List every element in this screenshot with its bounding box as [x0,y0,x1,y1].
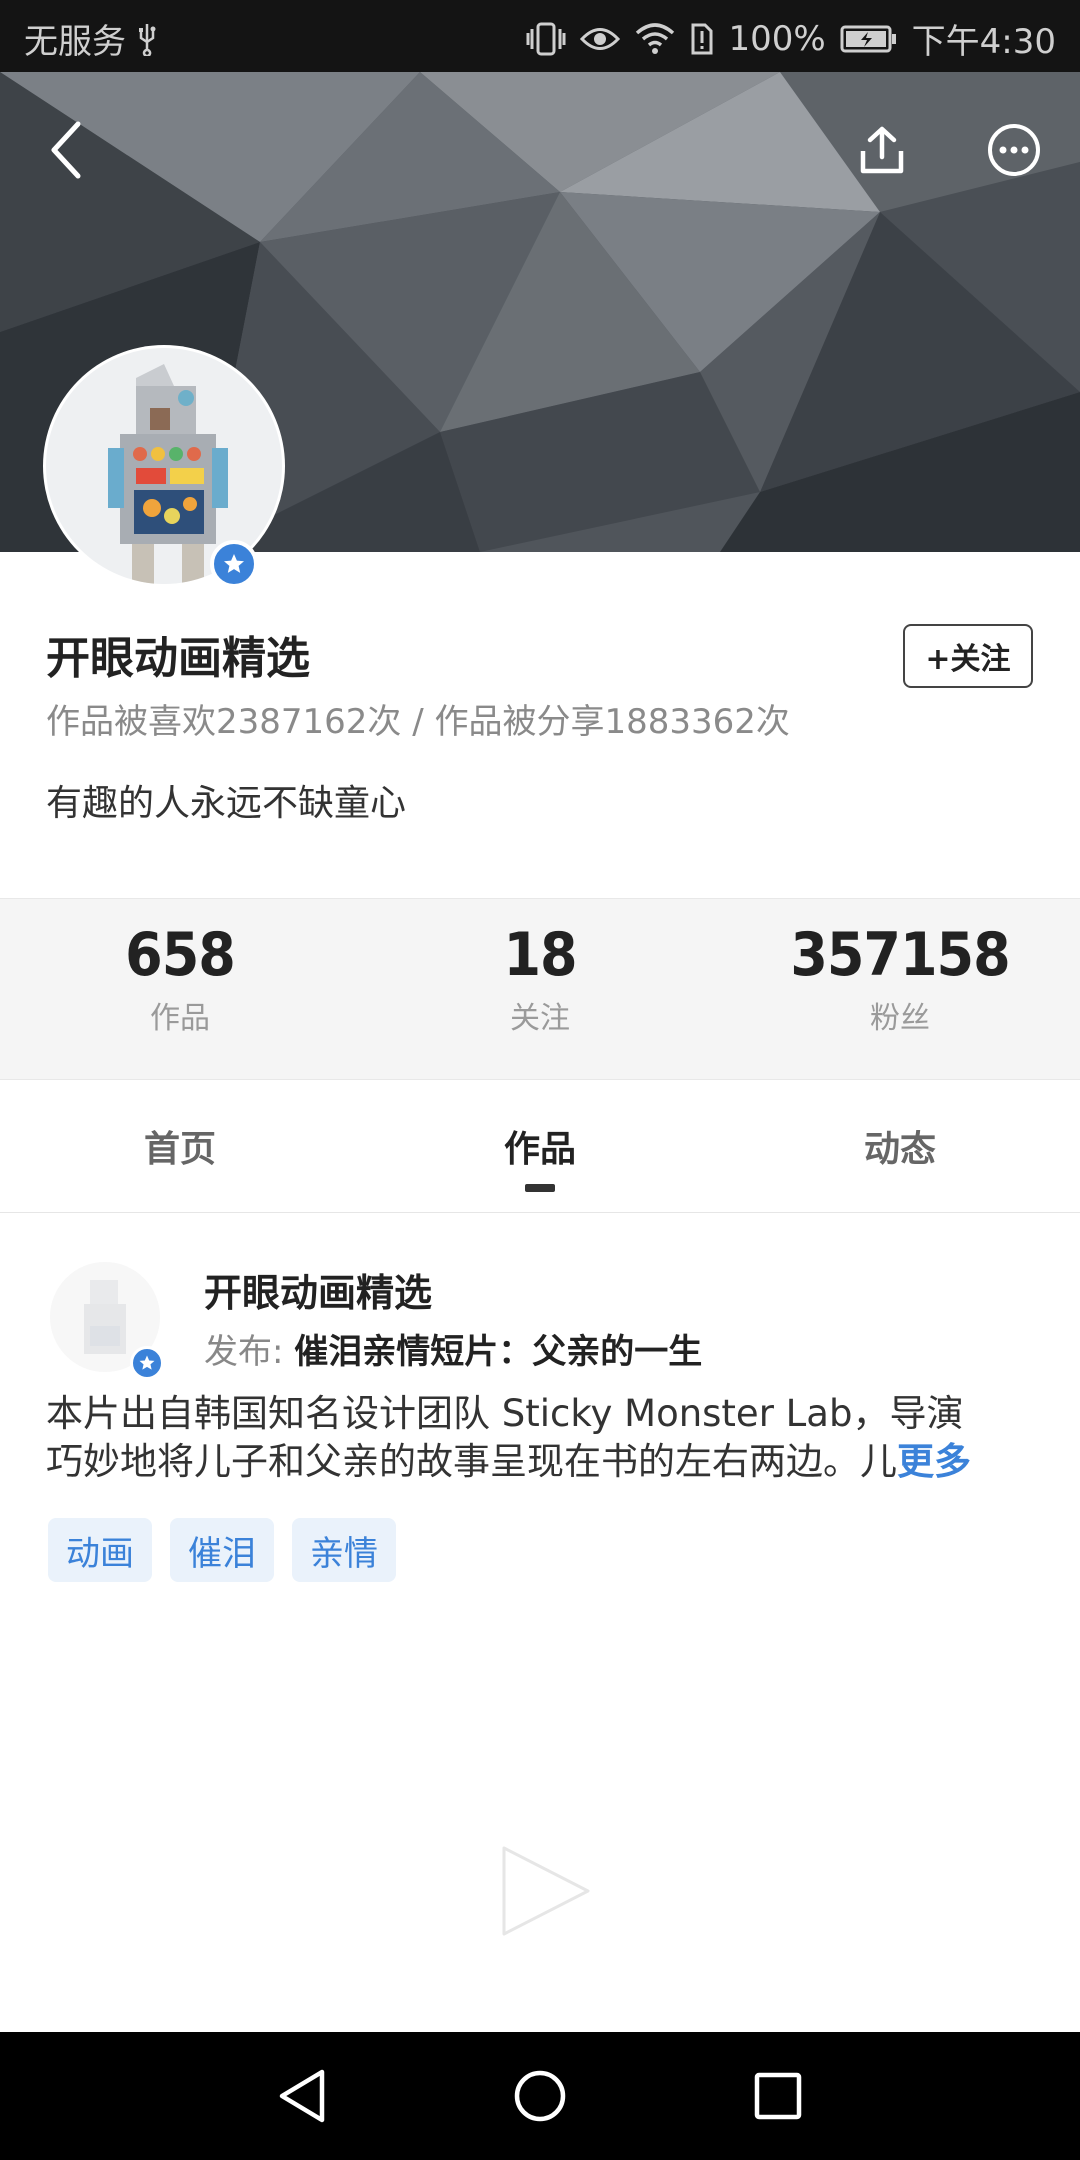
battery-charging-icon [840,24,898,54]
feed-description: 本片出自韩国知名设计团队 Sticky Monster Lab，导演 巧妙地将儿… [46,1390,1036,1486]
publish-prefix: 发布: [204,1332,284,1372]
stat-following-label: 关注 [510,1001,570,1036]
back-button[interactable] [30,114,102,186]
stat-followers-label: 粉丝 [870,1001,930,1036]
stat-following[interactable]: 18 关注 [360,919,720,1037]
clock-time: 下午4:30 [911,22,1056,62]
stat-works-label: 作品 [150,1001,210,1036]
nav-home-button[interactable] [506,2062,574,2130]
likes-shares-summary: 作品被喜欢2387162次 / 作品被分享1883362次 [46,702,790,742]
battery-percent: 100% [728,18,826,59]
status-left: 无服务 [24,14,158,63]
circle-home-icon [514,2070,566,2122]
usb-icon [136,22,158,56]
play-icon[interactable] [498,1844,594,1942]
feed-video-title[interactable]: 催泪亲情短片：父亲的一生 [294,1332,702,1372]
share-button[interactable] [846,114,918,186]
vibrate-icon [526,21,566,57]
profile-name: 开眼动画精选 [46,633,310,684]
stat-followers-value: 357158 [790,920,1010,990]
chevron-left-icon [51,121,81,179]
triangle-back-icon [279,2069,325,2123]
tag-item[interactable]: 动画 [48,1518,152,1582]
nav-back-button[interactable] [268,2062,336,2130]
system-nav-bar [0,2032,1080,2160]
feed-description-line-2-text: 巧妙地将儿子和父亲的故事呈现在书的左右两边。儿 [46,1440,897,1483]
tag-item[interactable]: 催泪 [170,1518,274,1582]
feed-publish-line: 发布: 催泪亲情短片：父亲的一生 [204,1324,702,1373]
feed-verified-badge [130,1346,164,1380]
tag-item[interactable]: 亲情 [292,1518,396,1582]
stat-followers[interactable]: 357158 粉丝 [720,919,1080,1037]
follow-button[interactable]: +关注 [903,624,1033,688]
star-icon [224,554,244,573]
tab-home[interactable]: 首页 [0,1120,360,1172]
carrier-text: 无服务 [24,22,126,62]
wifi-icon [634,22,676,55]
stat-works[interactable]: 658 作品 [0,919,360,1037]
feed-description-line-1: 本片出自韩国知名设计团队 Sticky Monster Lab，导演 [46,1392,964,1435]
profile-tabs: 首页 作品 动态 [0,1080,1080,1213]
more-icon [988,124,1040,176]
tab-works[interactable]: 作品 [360,1120,720,1172]
stat-following-value: 18 [503,920,577,990]
active-tab-indicator [525,1184,555,1192]
nav-recent-button[interactable] [744,2062,812,2130]
tab-activity[interactable]: 动态 [720,1120,1080,1172]
more-options-button[interactable] [978,114,1050,186]
star-icon [139,1355,155,1370]
eye-comfort-icon [580,24,621,54]
more-link[interactable]: 更多 [897,1440,971,1483]
status-bar: 无服务 100% 下午4:30 [0,0,1080,72]
status-right: 100% 下午4:30 [526,14,1056,63]
square-recent-icon [754,2072,802,2120]
verified-badge [210,540,258,588]
feed-tags: 动画 催泪 亲情 [48,1518,396,1582]
stats-panel: 658 作品 18 关注 357158 粉丝 [0,898,1080,1080]
share-icon [860,126,904,174]
profile-bio: 有趣的人永远不缺童心 [46,783,407,824]
feed-author-name[interactable]: 开眼动画精选 [204,1262,432,1317]
stat-works-value: 658 [125,920,236,990]
sim-alert-icon [690,22,714,56]
feed-description-line-2: 巧妙地将儿子和父亲的故事呈现在书的左右两边。儿更多 [46,1438,1036,1486]
